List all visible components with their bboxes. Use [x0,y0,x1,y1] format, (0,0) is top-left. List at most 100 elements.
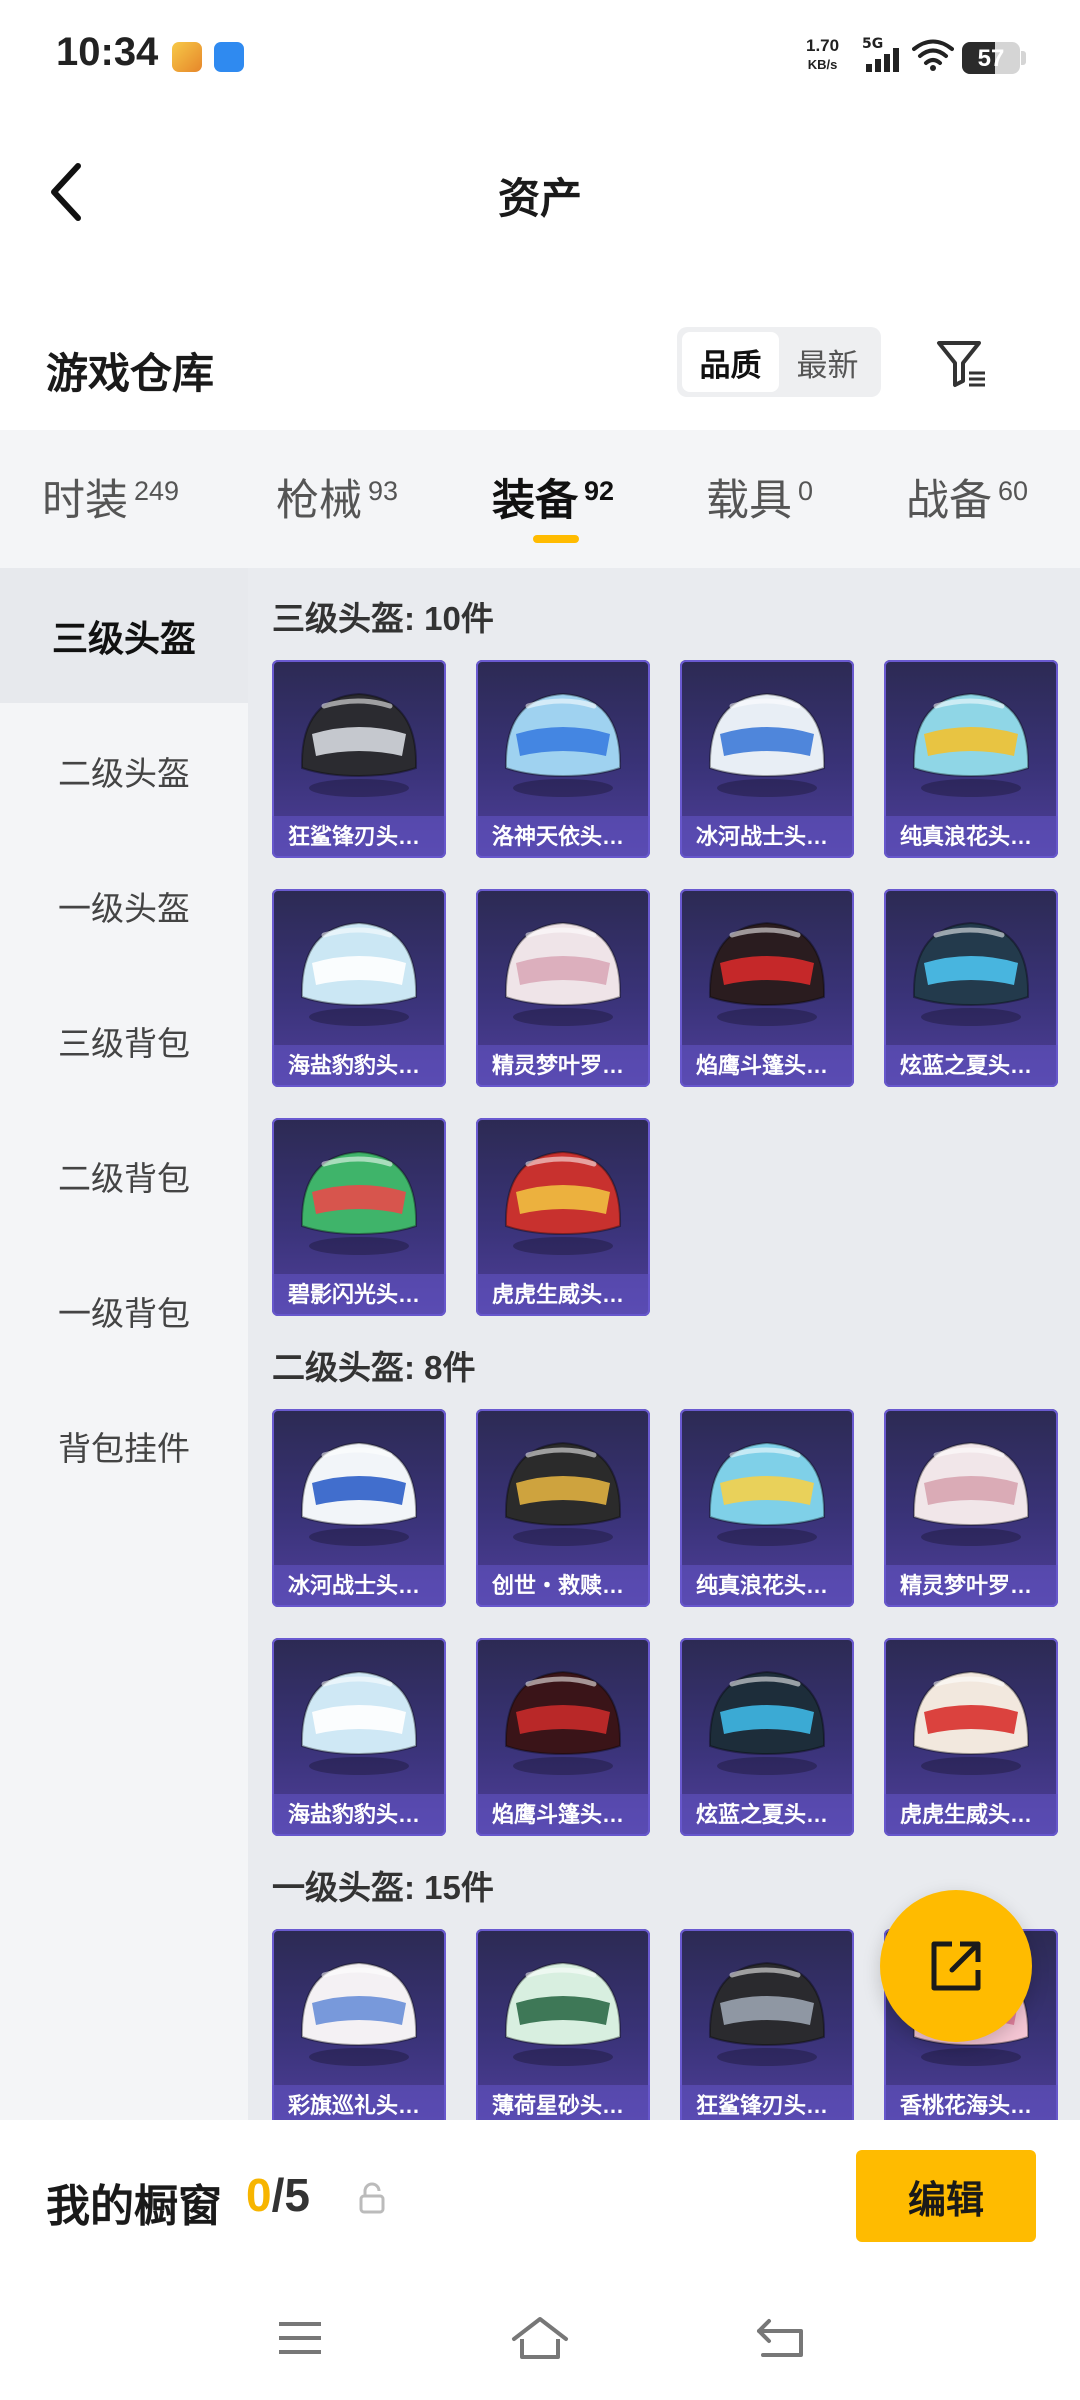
sidebar-item-backpack-charm[interactable]: 背包挂件 [0,1378,248,1513]
helmet-icon [300,1441,418,1546]
item-card-label: 彩旗巡礼头… [272,2085,446,2120]
helmet-icon [504,1670,622,1775]
item-card[interactable]: 炫蓝之夏头… [884,889,1058,1087]
helmet-icon [708,921,826,1026]
sidebar-item-level2-backpack[interactable]: 二级背包 [0,1108,248,1243]
tab-weapons[interactable]: 枪械 93 [276,466,398,528]
item-card[interactable]: 虎虎生威头… [884,1638,1058,1836]
lock-icon [359,2182,385,2214]
item-card[interactable]: 彩旗巡礼头… [272,1929,446,2120]
item-card-label: 碧影闪光头… [272,1274,446,1316]
item-card-label: 香桃花海头… [884,2085,1058,2120]
item-card[interactable]: 精灵梦叶罗… [476,889,650,1087]
status-time: 10:34 [56,30,159,74]
helmet-icon [504,1150,622,1255]
helmet-icon [708,692,826,797]
item-card-label: 纯真浪花头… [680,1565,854,1607]
item-card-label: 炫蓝之夏头… [884,1045,1058,1087]
item-card[interactable]: 焰鹰斗篷头… [476,1638,650,1836]
filter-button[interactable] [928,330,994,396]
item-card-label: 狂鲨锋刃头… [680,2085,854,2120]
helmet-icon [912,1670,1030,1775]
helmet-icon [300,921,418,1026]
item-card[interactable]: 冰河战士头… [680,660,854,858]
item-card[interactable]: 狂鲨锋刃头… [680,1929,854,2120]
helmet-icon [504,1441,622,1546]
wifi-icon [912,39,954,71]
sidebar-item-level1-helmet[interactable]: 一级头盔 [0,838,248,973]
helmet-icon [912,692,1030,797]
tab-equipment[interactable]: 装备 92 [492,466,614,528]
home-icon [512,2317,568,2359]
item-card-label: 纯真浪花头… [884,816,1058,858]
item-card[interactable]: 炫蓝之夏头… [680,1638,854,1836]
item-card-label: 炫蓝之夏头… [680,1794,854,1836]
battery-level: 57 [977,45,1005,72]
helmet-icon [300,692,418,797]
filter-icon [937,341,985,387]
sidebar-item-level3-backpack[interactable]: 三级背包 [0,973,248,1108]
helmet-icon [300,1961,418,2066]
sort-quality-button[interactable]: 品质 [682,332,779,392]
item-card-label: 冰河战士头… [272,1565,446,1607]
helmet-icon [912,1441,1030,1546]
home-nav-button[interactable] [505,2308,575,2368]
back-nav-button[interactable] [745,2308,815,2368]
item-card[interactable]: 海盐豹豹头… [272,889,446,1087]
page-title: 资产 [497,175,582,222]
helmet-icon [300,1150,418,1255]
battery-icon: 57 [962,42,1020,74]
sort-newest-button[interactable]: 最新 [779,332,876,392]
signal-5g-icon: 5G [862,36,899,72]
du-app-icon [214,42,244,72]
item-card[interactable]: 洛神天依头… [476,660,650,858]
sidebar-item-level3-helmet[interactable]: 三级头盔 [0,568,248,703]
item-card-label: 创世・救赎… [476,1565,650,1607]
showcase-bar: 我的橱窗 0/5 编辑 [0,2120,1080,2280]
item-card-label: 狂鲨锋刃头… [272,816,446,858]
share-fab-button[interactable] [880,1890,1032,2042]
item-card[interactable]: 虎虎生威头… [476,1118,650,1316]
edit-button[interactable]: 编辑 [856,2150,1036,2242]
group-header-level2: 二级头盔: 8件 [272,1349,476,1386]
item-card-label: 精灵梦叶罗… [884,1565,1058,1607]
item-card-label: 薄荷星砂头… [476,2085,650,2120]
share-external-icon [931,1941,981,1991]
item-card-label: 海盐豹豹头… [272,1794,446,1836]
tab-vehicles[interactable]: 载具 0 [706,466,813,528]
active-tab-indicator [533,535,579,543]
item-card-label: 冰河战士头… [680,816,854,858]
group-header-level3: 三级头盔: 10件 [272,600,494,637]
item-card-label: 虎虎生威头… [884,1794,1058,1836]
helmet-icon [708,1670,826,1775]
battery-tip [1021,51,1026,65]
helmet-icon [504,692,622,797]
tab-supplies[interactable]: 战备 60 [906,466,1028,528]
network-type: 5G [862,36,883,52]
item-card-label: 虎虎生威头… [476,1274,650,1316]
item-card[interactable]: 纯真浪花头… [680,1409,854,1607]
item-card[interactable]: 精灵梦叶罗… [884,1409,1058,1607]
subcategory-sidebar: 三级头盔 二级头盔 一级头盔 三级背包 二级背包 一级背包 背包挂件 [0,568,248,2120]
item-card[interactable]: 海盐豹豹头… [272,1638,446,1836]
news-app-icon [172,42,202,72]
sidebar-item-level2-helmet[interactable]: 二级头盔 [0,703,248,838]
showcase-label: 我的橱窗 [46,2182,222,2231]
tab-fashion[interactable]: 时装 249 [42,466,179,528]
item-card-label: 海盐豹豹头… [272,1045,446,1087]
item-card[interactable]: 焰鹰斗篷头… [680,889,854,1087]
item-card-label: 精灵梦叶罗… [476,1045,650,1087]
item-card-label: 焰鹰斗篷头… [476,1794,650,1836]
helmet-icon [912,921,1030,1026]
item-card[interactable]: 薄荷星砂头… [476,1929,650,2120]
item-card[interactable]: 创世・救赎… [476,1409,650,1607]
item-card[interactable]: 狂鲨锋刃头… [272,660,446,858]
item-card[interactable]: 冰河战士头… [272,1409,446,1607]
group-header-level1: 一级头盔: 15件 [272,1869,494,1906]
sidebar-item-level1-backpack[interactable]: 一级背包 [0,1243,248,1378]
menu-nav-button[interactable] [265,2308,335,2368]
item-grid: 三级头盔: 10件 二级头盔: 8件 一级头盔: 15件 狂鲨锋刃头… 洛神天依头… [248,568,1080,2120]
menu-icon [279,2322,321,2354]
item-card[interactable]: 碧影闪光头… [272,1118,446,1316]
item-card[interactable]: 纯真浪花头… [884,660,1058,858]
